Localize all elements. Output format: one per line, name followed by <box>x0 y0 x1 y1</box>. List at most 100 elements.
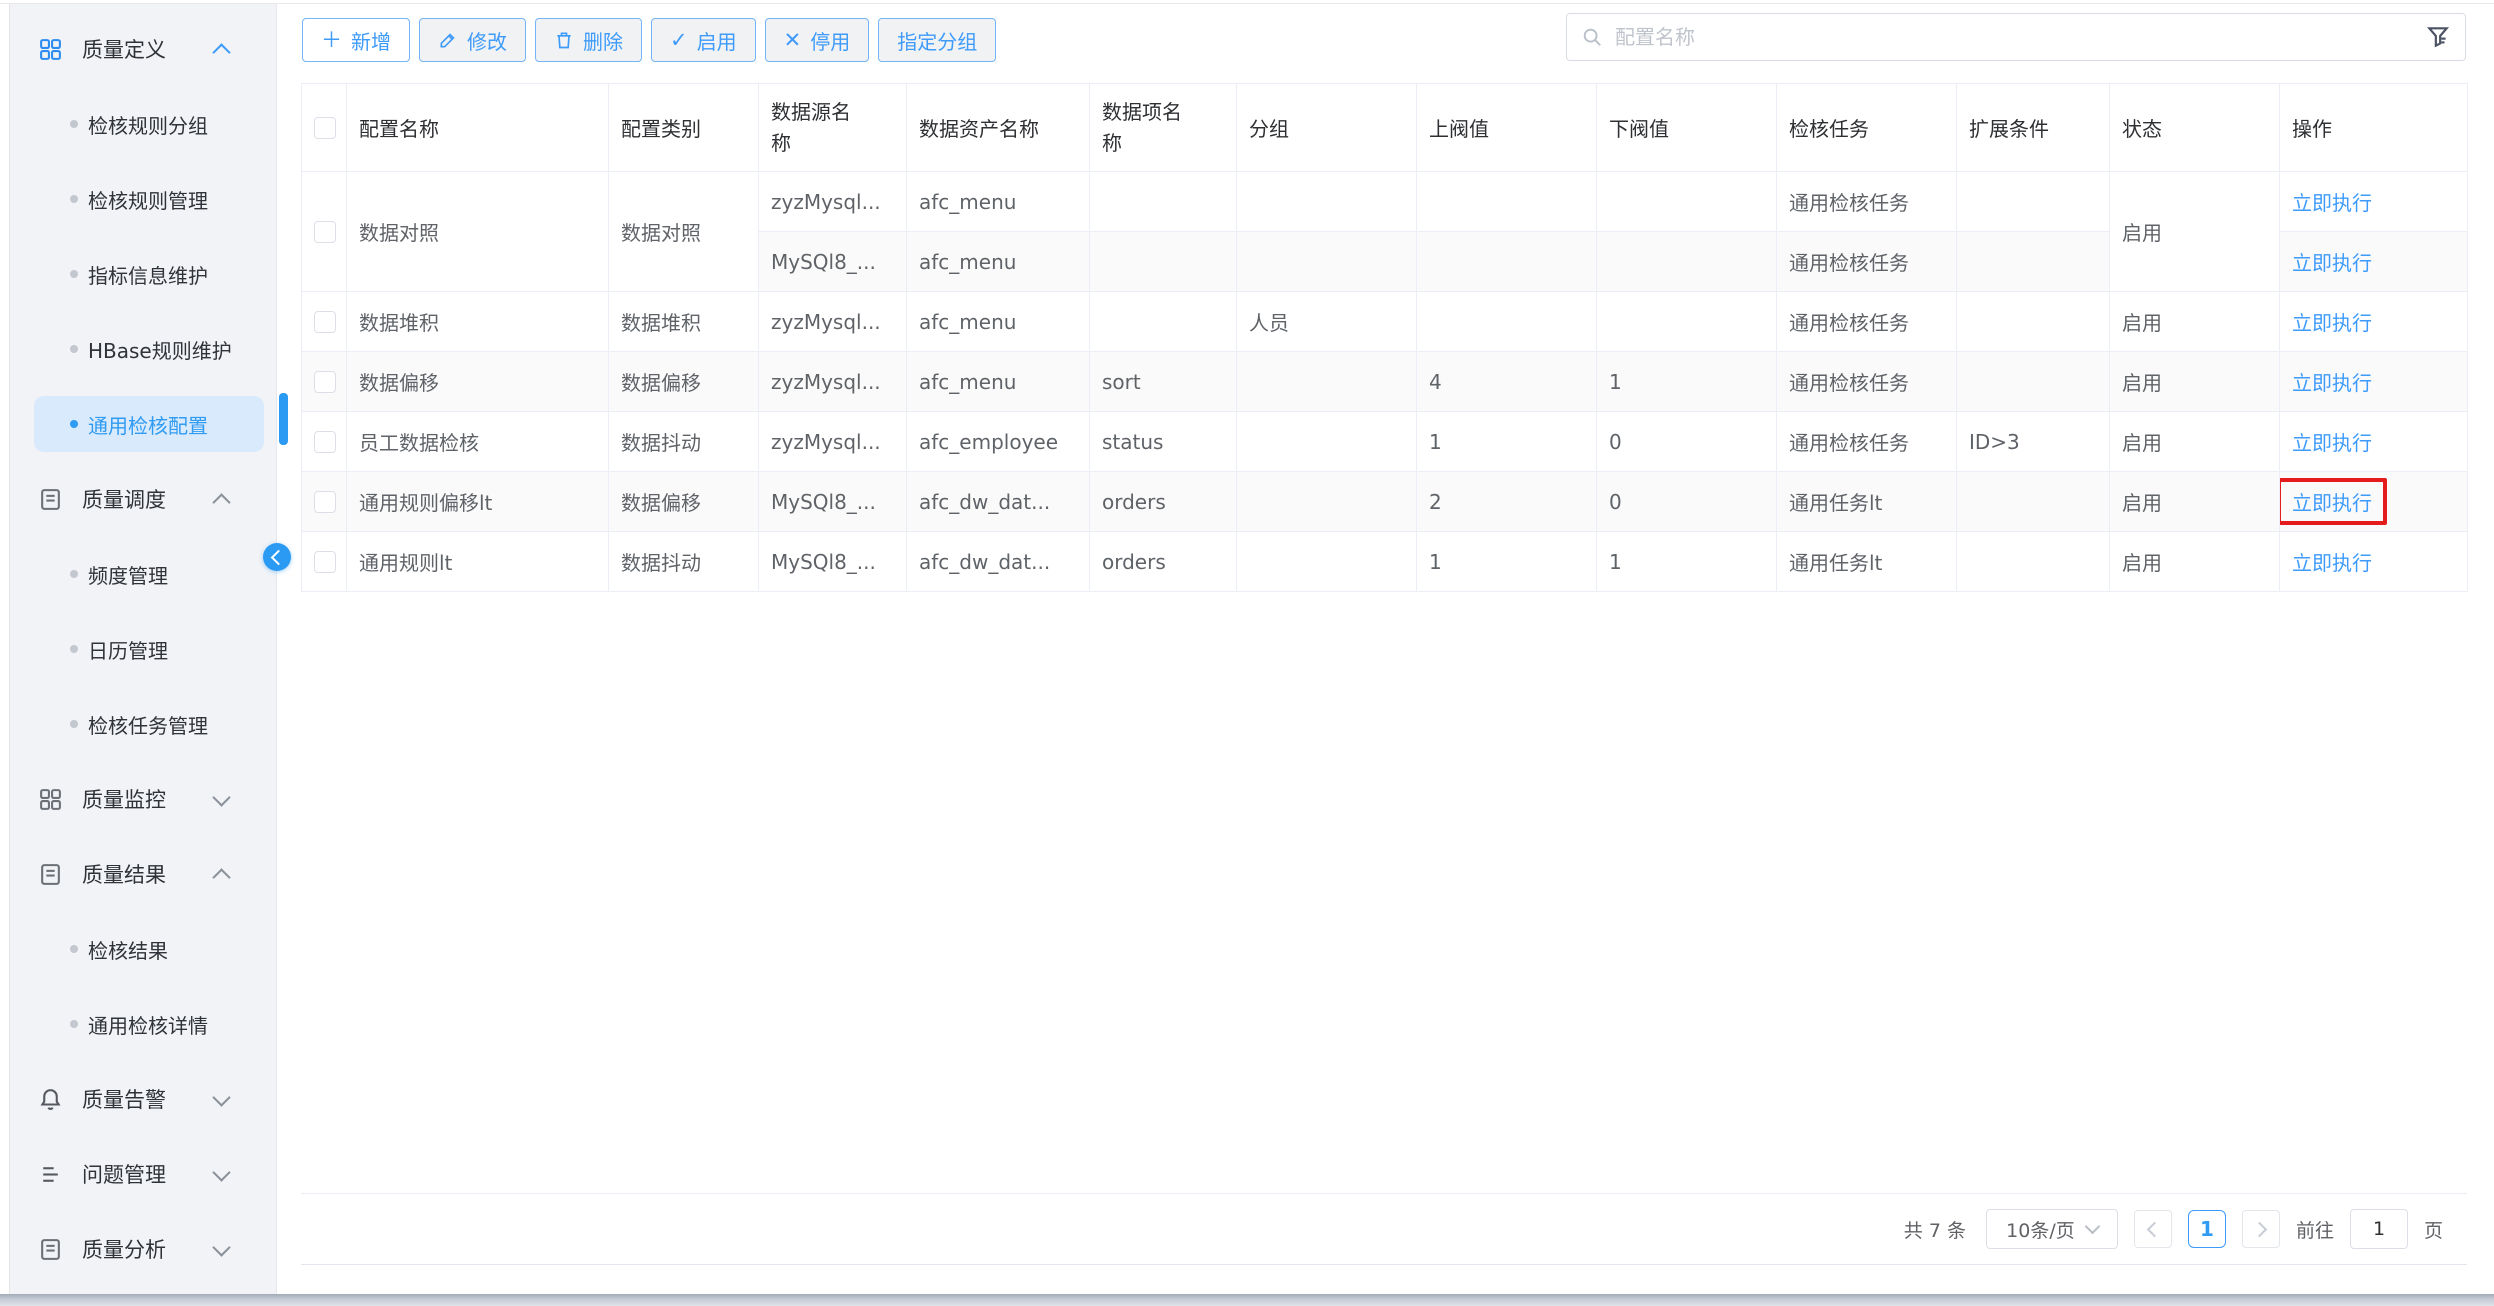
assign-group-button[interactable]: 指定分组 <box>878 18 996 62</box>
sidebar-item-label: 检核规则管理 <box>88 185 208 214</box>
execute-now-link[interactable]: 立即执行 <box>2292 491 2372 515</box>
add-button[interactable]: ＋ 新增 <box>302 18 410 62</box>
cell-ext <box>1957 172 2110 232</box>
cell-ext <box>1957 292 2110 352</box>
cell-group <box>1237 172 1417 232</box>
cell-lower: 0 <box>1597 472 1777 532</box>
sidebar-item-general-check-config[interactable]: 通用检核配置 <box>0 399 276 449</box>
sidebar-item-quality-definition[interactable]: 质量定义 <box>0 24 276 74</box>
cell-asset: afc_menu <box>907 172 1090 232</box>
sidebar-item-quality-analysis[interactable]: 质量分析 <box>0 1224 276 1274</box>
sidebar-item-check-task-management[interactable]: 检核任务管理 <box>0 699 276 749</box>
sidebar-item-check-results[interactable]: 检核结果 <box>0 924 276 974</box>
next-page-button[interactable] <box>2242 1210 2280 1248</box>
cell-item <box>1090 292 1237 352</box>
row-checkbox[interactable] <box>314 551 336 573</box>
row-checkbox[interactable] <box>314 371 336 393</box>
cell-group: 人员 <box>1237 292 1417 352</box>
column-header: 数据资产名称 <box>907 84 1090 172</box>
sidebar-item-frequency-management[interactable]: 频度管理 <box>0 549 276 599</box>
horizontal-scrollbar[interactable] <box>0 1294 2494 1306</box>
execute-now-link[interactable]: 立即执行 <box>2292 191 2372 215</box>
sidebar-item-quality-alerts[interactable]: 质量告警 <box>0 1074 276 1124</box>
bullet-dot-icon <box>70 1020 78 1028</box>
select-all-checkbox[interactable] <box>314 117 336 139</box>
column-header: 配置类别 <box>609 84 759 172</box>
cell-asset: afc_menu <box>907 292 1090 352</box>
sidebar-collapse-button[interactable] <box>263 543 291 571</box>
sidebar-item-label: 质量监控 <box>82 784 166 814</box>
sidebar-item-general-check-details[interactable]: 通用检核详情 <box>0 999 276 1049</box>
search-input[interactable] <box>1613 24 2425 50</box>
page-size-value: 10条/页 <box>2006 1216 2075 1243</box>
execute-now-link[interactable]: 立即执行 <box>2292 431 2372 455</box>
sidebar-item-rule-group[interactable]: 检核规则分组 <box>0 99 276 149</box>
cell-config-type: 数据偏移 <box>609 472 759 532</box>
sidebar-item-label: 检核任务管理 <box>88 710 208 739</box>
button-label: 新增 <box>351 26 391 55</box>
button-label: 修改 <box>467 26 507 55</box>
cell-status: 启用 <box>2110 172 2280 292</box>
cell-status: 启用 <box>2110 412 2280 472</box>
cell-lower <box>1597 292 1777 352</box>
cell-lower: 1 <box>1597 352 1777 412</box>
column-header: 状态 <box>2110 84 2280 172</box>
table-header-row: 配置名称 配置类别 数据源名称 数据资产名称 数据项名称 分组 上阀值 下阀值 … <box>302 84 2468 172</box>
cell-item: status <box>1090 412 1237 472</box>
edit-button[interactable]: 修改 <box>419 18 526 62</box>
cell-datasource: MySQl8_... <box>759 472 907 532</box>
prev-page-button[interactable] <box>2134 1210 2172 1248</box>
execute-now-link[interactable]: 立即执行 <box>2292 311 2372 335</box>
sidebar-item-hbase-rule[interactable]: HBase规则维护 <box>0 324 276 374</box>
sidebar-item-rule-management[interactable]: 检核规则管理 <box>0 174 276 224</box>
row-checkbox[interactable] <box>314 311 336 333</box>
delete-button[interactable]: 删除 <box>535 18 642 62</box>
current-page-button[interactable]: 1 <box>2188 1210 2226 1248</box>
cell-asset: afc_menu <box>907 352 1090 412</box>
total-count-label: 共 7 条 <box>1904 1216 1966 1243</box>
cell-group <box>1237 352 1417 412</box>
chevron-down-icon <box>212 1238 230 1256</box>
column-header: 检核任务 <box>1777 84 1957 172</box>
cell-datasource: MySQl8_... <box>759 232 907 292</box>
cell-upper <box>1417 292 1597 352</box>
cell-config-name: 员工数据检核 <box>347 412 609 472</box>
sidebar-item-quality-results[interactable]: 质量结果 <box>0 849 276 899</box>
grid-icon <box>38 37 63 62</box>
row-checkbox[interactable] <box>314 431 336 453</box>
cell-config-name: 数据对照 <box>347 172 609 292</box>
edit-icon <box>438 30 458 50</box>
column-header: 上阀值 <box>1417 84 1597 172</box>
cell-status: 启用 <box>2110 292 2280 352</box>
cell-task: 通用检核任务 <box>1777 352 1957 412</box>
page-size-select[interactable]: 10条/页 <box>1986 1209 2118 1249</box>
check-icon: ✓ <box>670 30 688 51</box>
chevron-left-icon <box>271 549 287 565</box>
sidebar-item-quality-scheduling[interactable]: 质量调度 <box>0 474 276 524</box>
sidebar-item-label: 通用检核配置 <box>88 410 208 439</box>
goto-page-input[interactable] <box>2350 1209 2408 1249</box>
sidebar-item-calendar-management[interactable]: 日历管理 <box>0 624 276 674</box>
sidebar-item-indicator-maintenance[interactable]: 指标信息维护 <box>0 249 276 299</box>
execute-now-link[interactable]: 立即执行 <box>2292 251 2372 275</box>
row-checkbox[interactable] <box>314 221 336 243</box>
cell-group <box>1237 532 1417 592</box>
sidebar-item-quality-monitoring[interactable]: 质量监控 <box>0 774 276 824</box>
execute-now-link[interactable]: 立即执行 <box>2292 371 2372 395</box>
chevron-right-icon <box>2252 1221 2268 1237</box>
sidebar-item-issue-management[interactable]: 问题管理 <box>0 1149 276 1199</box>
sidebar-item-label: 通用检核详情 <box>88 1010 208 1039</box>
execute-now-link[interactable]: 立即执行 <box>2292 551 2372 575</box>
sidebar: 质量定义 检核规则分组 检核规则管理 指标信息维护 HBase规则维护 通用检核… <box>0 4 277 1294</box>
red-highlight-box: 立即执行 <box>2280 478 2388 525</box>
disable-button[interactable]: ✕ 停用 <box>765 18 870 62</box>
cell-upper: 2 <box>1417 472 1597 532</box>
cell-ext <box>1957 352 2110 412</box>
cell-upper <box>1417 232 1597 292</box>
trash-icon <box>554 30 574 50</box>
row-checkbox[interactable] <box>314 491 336 513</box>
cell-lower: 0 <box>1597 412 1777 472</box>
cell-config-name: 数据堆积 <box>347 292 609 352</box>
enable-button[interactable]: ✓ 启用 <box>651 18 756 62</box>
filter-funnel-icon[interactable] <box>2425 24 2451 50</box>
